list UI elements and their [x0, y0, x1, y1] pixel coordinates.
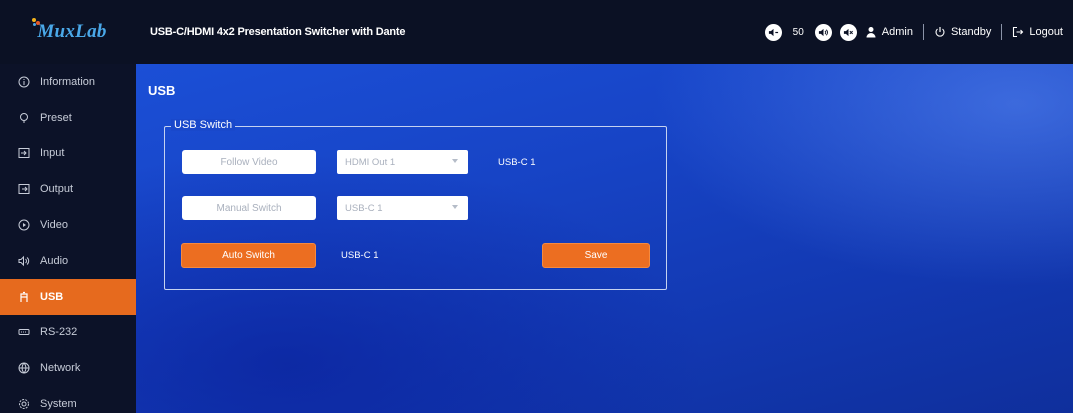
- logout-button[interactable]: Logout: [1012, 26, 1063, 38]
- sidebar: Information Preset Input Output Video Au…: [0, 64, 136, 413]
- sidebar-item-label: USB: [40, 290, 64, 303]
- save-button[interactable]: Save: [542, 243, 650, 268]
- top-bar: MuxLab USB-C/HDMI 4x2 Presentation Switc…: [0, 0, 1073, 64]
- sidebar-item-label: Output: [40, 183, 74, 196]
- sidebar-item-preset[interactable]: Preset: [0, 100, 136, 136]
- audio-icon: [18, 255, 30, 267]
- user-menu[interactable]: Admin: [865, 26, 913, 38]
- follow-video-select-value: HDMI Out 1: [345, 156, 396, 168]
- follow-video-button[interactable]: Follow Video: [182, 150, 316, 174]
- sidebar-item-label: System: [40, 398, 77, 411]
- app-window: MuxLab USB-C/HDMI 4x2 Presentation Switc…: [0, 0, 1073, 413]
- sidebar-item-usb[interactable]: USB: [0, 278, 136, 315]
- info-icon: [18, 76, 30, 88]
- sidebar-item-label: Video: [40, 219, 68, 232]
- sidebar-item-output[interactable]: Output: [0, 171, 136, 207]
- rs232-icon: [18, 329, 30, 336]
- output-icon: [18, 184, 30, 195]
- follow-video-status: USB-C 1: [498, 157, 536, 168]
- divider: [922, 24, 924, 40]
- usb-icon: [20, 291, 28, 302]
- input-icon: [18, 148, 30, 159]
- logout-label: Logout: [1029, 26, 1063, 38]
- follow-video-select[interactable]: HDMI Out 1: [337, 150, 468, 174]
- user-icon: [866, 27, 876, 38]
- manual-switch-select-value: USB-C 1: [345, 202, 383, 214]
- mute-icon[interactable]: [839, 23, 857, 41]
- sidebar-item-system[interactable]: System: [0, 386, 136, 413]
- header-controls: 50 Admin Standby Logout: [764, 0, 1063, 64]
- sidebar-item-video[interactable]: Video: [0, 207, 136, 243]
- sidebar-item-input[interactable]: Input: [0, 136, 136, 172]
- auto-switch-button[interactable]: Auto Switch: [181, 243, 316, 268]
- standby-label: Standby: [950, 26, 992, 38]
- sidebar-item-label: Preset: [40, 111, 72, 124]
- chevron-down-icon: [452, 159, 458, 163]
- logo-dots-icon: [32, 18, 41, 27]
- volume-up-icon[interactable]: [814, 23, 832, 41]
- sidebar-item-label: Input: [40, 147, 65, 160]
- usb-switch-group: USB Switch Follow Video HDMI Out 1 USB-C…: [164, 119, 667, 290]
- volume-down-icon[interactable]: [764, 23, 782, 41]
- sidebar-item-information[interactable]: Information: [0, 64, 136, 100]
- sidebar-item-label: Network: [40, 362, 81, 375]
- group-label: USB Switch: [171, 119, 236, 131]
- logo: MuxLab: [0, 0, 136, 64]
- video-icon: [18, 219, 30, 231]
- auto-switch-status: USB-C 1: [341, 250, 379, 261]
- user-label: Admin: [881, 26, 913, 38]
- sidebar-item-network[interactable]: Network: [0, 350, 136, 386]
- manual-switch-select[interactable]: USB-C 1: [337, 196, 468, 220]
- device-title: USB-C/HDMI 4x2 Presentation Switcher wit…: [150, 26, 406, 38]
- standby-button[interactable]: Standby: [934, 26, 991, 38]
- chevron-down-icon: [452, 205, 458, 209]
- sidebar-item-label: RS-232: [40, 326, 78, 339]
- divider: [1001, 24, 1003, 40]
- manual-switch-button[interactable]: Manual Switch: [182, 196, 316, 220]
- logo-text: MuxLab: [37, 21, 107, 42]
- power-icon: [935, 27, 945, 37]
- logout-icon: [1013, 26, 1024, 38]
- network-icon: [18, 362, 30, 374]
- preset-icon: [20, 112, 28, 123]
- volume-value: 50: [792, 26, 804, 38]
- system-icon: [19, 399, 29, 410]
- page-title: USB: [148, 83, 176, 98]
- sidebar-item-rs-232[interactable]: RS-232: [0, 315, 136, 351]
- sidebar-item-label: Information: [40, 75, 96, 88]
- main-panel: USB USB Switch Follow Video HDMI Out 1 U…: [136, 64, 1073, 413]
- sidebar-item-audio[interactable]: Audio: [0, 243, 136, 279]
- sidebar-item-label: Audio: [40, 254, 69, 267]
